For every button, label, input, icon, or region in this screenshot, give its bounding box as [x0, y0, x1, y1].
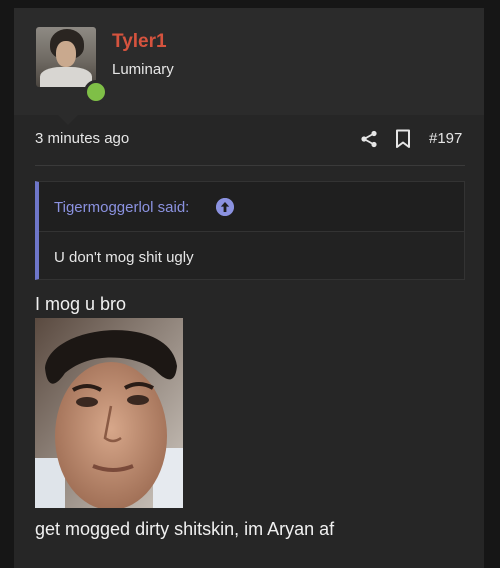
- forum-post: Tyler1 Luminary 3 minutes ago #197 Tiger…: [14, 8, 484, 568]
- arrow-up-circle-icon[interactable]: [216, 198, 234, 216]
- quote-author-link[interactable]: Tigermoggerlol said:: [54, 199, 189, 216]
- bookmark-icon[interactable]: [395, 129, 411, 149]
- meta-divider: [35, 165, 465, 166]
- quote-body: U don't mog shit ugly: [54, 249, 194, 266]
- quote-header: Tigermoggerlol said:: [39, 182, 464, 232]
- attached-photo[interactable]: [35, 318, 183, 508]
- avatar-shirt: [40, 67, 92, 87]
- username-link[interactable]: Tyler1: [112, 31, 167, 53]
- share-icon[interactable]: [360, 130, 378, 148]
- post-meta: 3 minutes ago #197: [14, 124, 484, 154]
- online-status-icon: [84, 80, 108, 104]
- post-user-header: Tyler1 Luminary: [14, 8, 484, 115]
- post-time[interactable]: 3 minutes ago: [35, 130, 129, 147]
- quote-block: Tigermoggerlol said: U don't mog shit ug…: [35, 181, 465, 280]
- post-number-link[interactable]: #197: [429, 130, 462, 147]
- message-text: get mogged dirty shitskin, im Aryan af: [35, 519, 335, 539]
- message-text: I mog u bro: [35, 294, 127, 314]
- attached-photo-image: [35, 318, 183, 508]
- avatar-face: [56, 41, 76, 67]
- user-title: Luminary: [112, 61, 174, 78]
- avatar[interactable]: [36, 27, 96, 87]
